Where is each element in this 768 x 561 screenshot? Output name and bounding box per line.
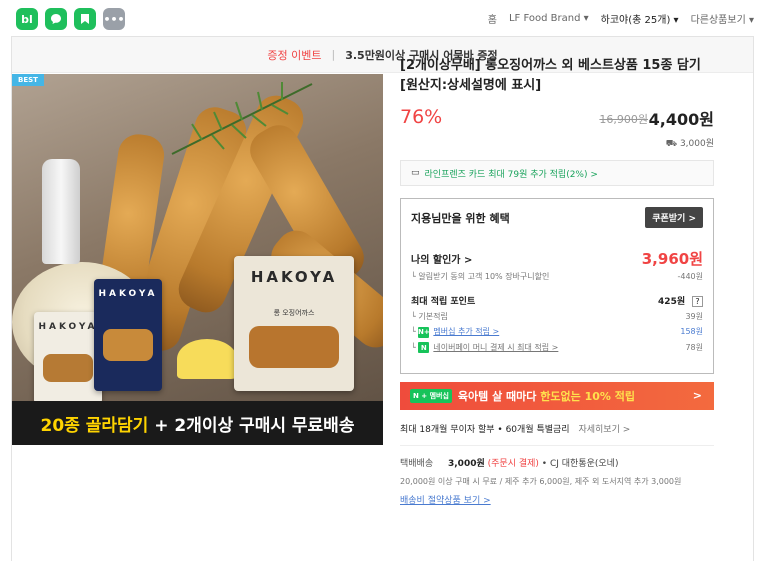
banner-highlight: 한도없는 10% 적립 — [540, 390, 635, 403]
product-image[interactable]: BEST HAKOYA HAKOYA HAKOYA 롱 오징어까스 20종 골라… — [12, 74, 383, 445]
breadcrumb-category[interactable]: 하코야(총 25개) ▾ — [601, 11, 679, 26]
package-logo: HAKOYA — [250, 268, 338, 286]
package-food — [249, 326, 339, 368]
best-badge: BEST — [12, 74, 44, 86]
coupon-button[interactable]: 쿠폰받기 > — [645, 207, 703, 228]
npay-points-value: 78원 — [685, 342, 703, 352]
image-banner: 20종 골라담기 + 2개이상 구매시 무료배송 — [12, 401, 383, 445]
chevron-down-icon: ▾ — [583, 13, 589, 24]
installment-row: 최대 18개월 무이자 할부 • 60개월 특별금리 자세히보기 > — [400, 422, 714, 446]
package-navy: HAKOYA — [94, 279, 162, 391]
alarm-discount-row: └ 알림받기 동의 고객 10% 장바구니할인 -440원 — [411, 271, 703, 282]
product-info: [2개이상무배] 롱오징어까스 외 베스트상품 15종 담기 [원산지:상세설명… — [400, 56, 714, 506]
shipping-fee: ⛟ 3,000원 — [400, 136, 714, 150]
npay-points-row: └ N 네이버페이 머니 결제 시 최대 적립 > 78원 — [411, 342, 703, 353]
package-white-small: HAKOYA — [34, 312, 102, 404]
points-row: 최대 적립 포인트 425원 ? — [411, 294, 703, 307]
chevron-down-icon: ▾ — [748, 15, 754, 26]
delivery-section: 택배배송 3,000원 (주문시 결제) • CJ 대한통운(오네) 20,00… — [400, 456, 714, 506]
card-promo[interactable]: ▭ 라인프렌즈 카드 최대 79원 추가 적립(2%) > — [400, 160, 714, 186]
delivery-pay: (주문시 결제) — [487, 459, 539, 469]
banner-yellow-text: 20종 골라담기 — [40, 415, 149, 436]
membership-tag: N + 멤버십 — [410, 389, 452, 403]
delivery-saving-link[interactable]: 배송비 절약상품 보기 > — [400, 493, 714, 506]
package-white-large: HAKOYA 롱 오징어까스 — [234, 256, 354, 391]
benefit-box: 지용님만을 위한 혜택 쿠폰받기 > 나의 할인가 > 3,960원 └ 알림받… — [400, 198, 714, 374]
package-food — [103, 329, 153, 361]
my-price-label[interactable]: 나의 할인가 > — [411, 251, 472, 266]
package-food — [43, 354, 93, 382]
basic-points-row: └ 기본적립 39원 — [411, 311, 703, 322]
chevron-right-icon: > — [692, 389, 702, 402]
credit-card-icon: ▭ — [411, 168, 420, 178]
membership-points-value: 158원 — [680, 327, 703, 337]
rosemary-icon — [171, 82, 313, 155]
alarm-discount-value: -440원 — [677, 272, 703, 281]
original-price: 16,900원 — [599, 113, 648, 126]
npay-points-label[interactable]: └ N 네이버페이 머니 결제 시 최대 적립 > — [411, 342, 558, 353]
other-products-link[interactable]: 다른상품보기 ▾ — [691, 11, 754, 26]
product-title: [2개이상무배] 롱오징어까스 외 베스트상품 15종 담기 [원산지:상세설명… — [400, 58, 701, 93]
divider: | — [331, 48, 336, 61]
top-bar: bl ••• 홈 LF Food Brand ▾ 하코야(총 25개) ▾ 다른… — [0, 0, 768, 36]
installment-detail-link[interactable]: 자세히보기 > — [578, 425, 630, 435]
breadcrumb: 홈 LF Food Brand ▾ 하코야(총 25개) ▾ 다른상품보기 ▾ — [488, 11, 754, 26]
benefit-header: 지용님만을 위한 혜택 쿠폰받기 > — [411, 207, 703, 228]
card-promo-text: 라인프렌즈 카드 최대 79원 추가 적립(2%) > — [424, 169, 598, 180]
delivery-row: 택배배송 3,000원 (주문시 결제) • CJ 대한통운(오네) — [400, 456, 714, 469]
price-row: 76% 16,900원 4,400원 — [400, 106, 714, 136]
installment-text: 최대 18개월 무이자 할부 • 60개월 특별금리 — [400, 425, 570, 435]
bookmark-icon[interactable] — [74, 8, 96, 30]
discount-rate: 76% — [400, 106, 443, 128]
breadcrumb-brand[interactable]: LF Food Brand ▾ — [509, 13, 589, 24]
membership-points-label[interactable]: └ N+ 멤버십 추가 적립 > — [411, 326, 499, 338]
my-price: 3,960원 — [641, 250, 703, 268]
banner-white-text: + 2개이상 구매시 무료배송 — [148, 415, 355, 436]
shipping-fee-value: 3,000원 — [679, 139, 714, 149]
package-name: 롱 오징어까스 — [273, 309, 315, 317]
alarm-discount-label: └ 알림받기 동의 고객 10% 장바구니할인 — [411, 272, 550, 281]
basic-points-value: 39원 — [685, 312, 703, 321]
delivery-desc: 20,000원 이상 구매 시 무료 / 제주 추가 6,000원, 제주 외 … — [400, 477, 682, 486]
sale-price: 4,400원 — [648, 110, 714, 129]
help-icon[interactable]: ? — [692, 296, 703, 307]
truck-icon: ⛟ — [665, 139, 678, 149]
naver-pay-icon: N — [418, 342, 430, 353]
package-logo: HAKOYA — [98, 289, 158, 299]
membership-banner[interactable]: N + 멤버십 육아템 살 때마다 한도없는 10% 적립 > — [400, 382, 714, 410]
naver-plus-icon: N+ — [418, 326, 430, 338]
points-value: 425원 — [658, 297, 686, 307]
banner-text: 육아템 살 때마다 — [457, 390, 541, 403]
chevron-down-icon: ▾ — [673, 15, 679, 26]
points-label: 최대 적립 포인트 — [411, 297, 476, 307]
delivery-label: 택배배송 — [400, 459, 434, 469]
naver-blog-icon[interactable]: bl — [16, 8, 38, 30]
package-logo: HAKOYA — [38, 322, 98, 332]
delivery-price: 3,000원 — [448, 459, 485, 469]
my-price-row: 나의 할인가 > 3,960원 — [411, 248, 703, 269]
event-label: 증정 이벤트 — [267, 48, 322, 62]
more-icon[interactable]: ••• — [103, 8, 125, 30]
delivery-saving-link-text: 배송비 절약상품 보기 > — [400, 496, 491, 506]
basic-points-label: └ 기본적립 — [411, 312, 448, 321]
breadcrumb-home[interactable]: 홈 — [488, 11, 497, 26]
membership-points-row: └ N+ 멤버십 추가 적립 > 158원 — [411, 326, 703, 338]
lemon-icon — [177, 339, 237, 379]
benefit-title: 지용님만을 위한 혜택 — [411, 211, 510, 225]
fork-icon — [42, 159, 80, 264]
delivery-carrier: • CJ 대한통운(오네) — [541, 459, 619, 469]
chat-icon[interactable] — [45, 8, 67, 30]
